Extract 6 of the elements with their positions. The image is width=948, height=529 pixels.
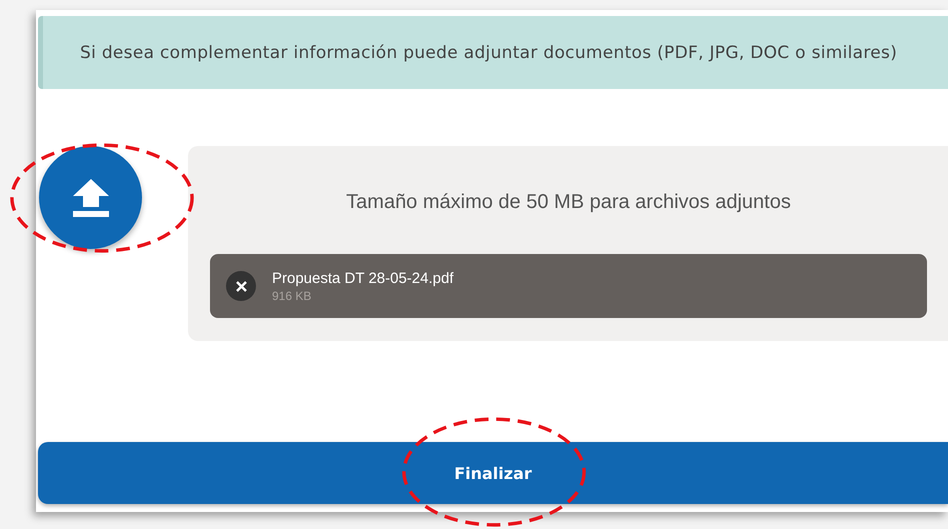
info-message: Si desea complementar información puede adjuntar documentos (PDF, JPG, DOC o similares) (38, 16, 948, 89)
file-size: 916 KB (272, 288, 312, 302)
file-name: Propuesta DT 28-05-24.pdf (272, 270, 454, 286)
finish-button[interactable]: Finalizar (38, 442, 948, 504)
size-limit-note: Tamaño máximo de 50 MB para archivos adjuntos (345, 191, 792, 214)
dropzone[interactable]: Tamaño máximo de 50 MB para archivos adjuntos Propuesta DT 28-05-24.pdf 916 KB (188, 146, 948, 341)
